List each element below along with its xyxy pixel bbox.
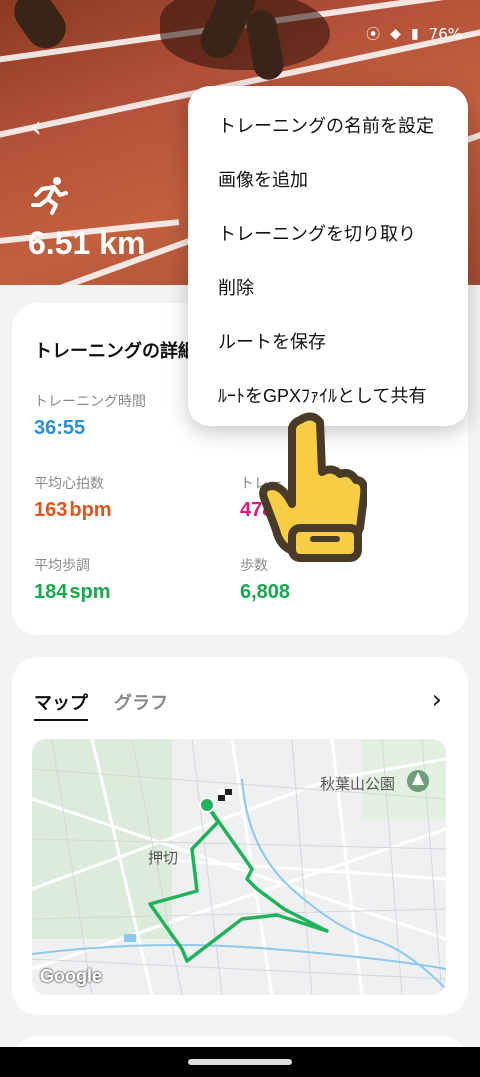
- menu-item-save-route[interactable]: ルートを保存: [218, 328, 326, 354]
- menu-item-delete[interactable]: 削除: [218, 274, 254, 300]
- distance-value: 6.51 km: [28, 225, 146, 261]
- route-line: [148, 803, 329, 963]
- map-card: マップ グラフ › 秋葉山公園 押切 Google: [12, 657, 468, 1015]
- start-marker: [199, 797, 215, 813]
- poi-label: 押切: [148, 850, 179, 867]
- navigation-bar: [0, 1047, 480, 1077]
- chevron-right-icon[interactable]: ›: [432, 685, 442, 715]
- home-gesture-bar[interactable]: [188, 1059, 292, 1065]
- google-logo: Google: [40, 966, 102, 986]
- menu-item-share-gpx[interactable]: ﾙｰﾄをGPXﾌｧｲﾙとして共有: [218, 382, 426, 408]
- metric-value: 184: [34, 581, 68, 603]
- metric-label: 平均歩調: [34, 557, 90, 573]
- metric-value: 6,808: [240, 581, 291, 603]
- metric-avg-heart-rate: 平均心拍数 163 bpm: [34, 473, 234, 522]
- wifi-icon: ◆: [390, 26, 401, 42]
- map-tabs: マップ グラフ: [34, 689, 168, 721]
- route-map[interactable]: 秋葉山公園 押切 Google: [32, 739, 446, 995]
- metric-avg-cadence: 平均歩調 184 spm: [34, 555, 234, 604]
- running-icon: [31, 177, 68, 215]
- battery-icon: ▮: [410, 26, 419, 42]
- pointing-hand-icon: [259, 412, 367, 562]
- menu-item-trim[interactable]: トレーニングを切り取り: [218, 220, 416, 246]
- menu-item-rename[interactable]: トレーニングの名前を設定: [218, 112, 434, 138]
- menu-item-add-image[interactable]: 画像を追加: [218, 166, 308, 192]
- metric-label: 平均心拍数: [34, 475, 104, 491]
- details-title: トレーニングの詳細: [34, 341, 196, 361]
- overflow-menu: トレーニングの名前を設定 画像を追加 トレーニングを切り取り 削除 ルートを保存…: [188, 86, 468, 426]
- location-icon: ⦿: [366, 27, 381, 43]
- status-bar: ⦿ ◆ ▮ 76%: [366, 24, 462, 44]
- battery-level: 76%: [428, 25, 462, 43]
- metric-unit: spm: [69, 581, 111, 603]
- poi-label: 秋葉山公園: [320, 776, 396, 793]
- tab-map[interactable]: マップ: [34, 689, 88, 721]
- metric-unit: bpm: [69, 499, 112, 521]
- metric-value: 163: [34, 499, 68, 521]
- tab-graph[interactable]: グラフ: [114, 689, 168, 721]
- back-button[interactable]: ‹: [30, 110, 42, 145]
